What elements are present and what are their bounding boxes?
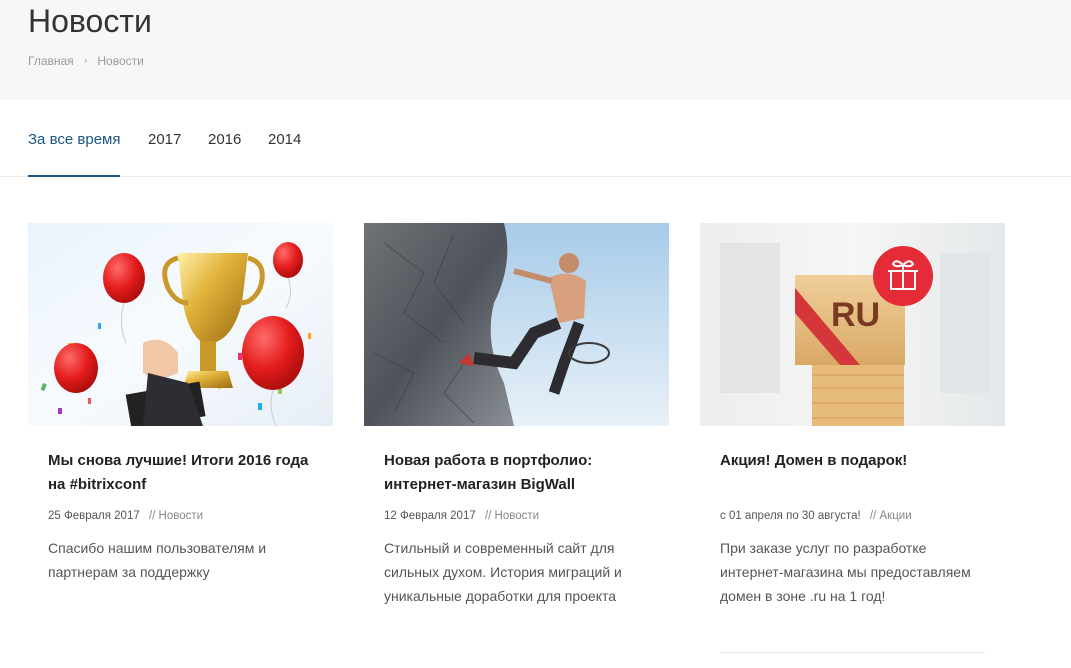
divider bbox=[720, 652, 985, 653]
tab-all-time[interactable]: За все время bbox=[28, 130, 121, 177]
news-card: Мы снова лучшие! Итоги 2016 года на #bit… bbox=[28, 223, 333, 584]
page-header: Новости Главная › Новости bbox=[0, 0, 1071, 100]
news-meta: 12 Февраля 2017 // Новости bbox=[384, 508, 649, 524]
breadcrumb: Главная › Новости bbox=[28, 54, 144, 68]
news-image-domain-gift[interactable]: RU bbox=[700, 223, 1005, 426]
news-title[interactable]: Мы снова лучшие! Итоги 2016 года на #bit… bbox=[48, 449, 313, 497]
news-card: RU Акция! Домен в подарок! с 01 апреля п… bbox=[700, 223, 1005, 653]
news-date: 12 Февраля 2017 bbox=[384, 510, 476, 522]
tab-2017[interactable]: 2017 bbox=[148, 130, 181, 175]
news-meta: 25 Февраля 2017 // Новости bbox=[48, 508, 313, 524]
breadcrumb-home-link[interactable]: Главная bbox=[28, 54, 74, 68]
news-date: 25 Февраля 2017 bbox=[48, 510, 140, 522]
news-image-trophy[interactable] bbox=[28, 223, 333, 426]
news-title[interactable]: Акция! Домен в подарок! bbox=[720, 449, 985, 473]
chevron-right-icon: › bbox=[83, 55, 88, 67]
news-image-climber[interactable] bbox=[364, 223, 669, 426]
tab-2014[interactable]: 2014 bbox=[268, 130, 301, 175]
page-title: Новости bbox=[28, 3, 152, 39]
news-title[interactable]: Новая работа в портфолио: интернет-магаз… bbox=[384, 449, 649, 497]
news-date: с 01 апреля по 30 августа! bbox=[720, 510, 861, 522]
trophy-image bbox=[28, 223, 333, 426]
breadcrumb-current: Новости bbox=[97, 54, 144, 68]
news-category[interactable]: // Новости bbox=[149, 510, 203, 522]
news-preview-text: Стильный и современный сайт для сильных … bbox=[384, 540, 622, 604]
ru-label: RU bbox=[831, 296, 881, 334]
news-preview-text: При заказе услуг по разработке интернет-… bbox=[720, 540, 971, 604]
tab-2016[interactable]: 2016 bbox=[208, 130, 241, 175]
year-tabs: За все время 2017 2016 2014 bbox=[0, 100, 1071, 177]
climber-image bbox=[364, 223, 669, 426]
news-card: Новая работа в портфолио: интернет-магаз… bbox=[364, 223, 669, 608]
news-category[interactable]: // Новости bbox=[485, 510, 539, 522]
news-meta: с 01 апреля по 30 августа! // Акции bbox=[720, 508, 985, 524]
news-preview-text: Спасибо нашим пользователям и партнерам … bbox=[48, 540, 267, 580]
news-category[interactable]: // Акции bbox=[870, 510, 912, 522]
